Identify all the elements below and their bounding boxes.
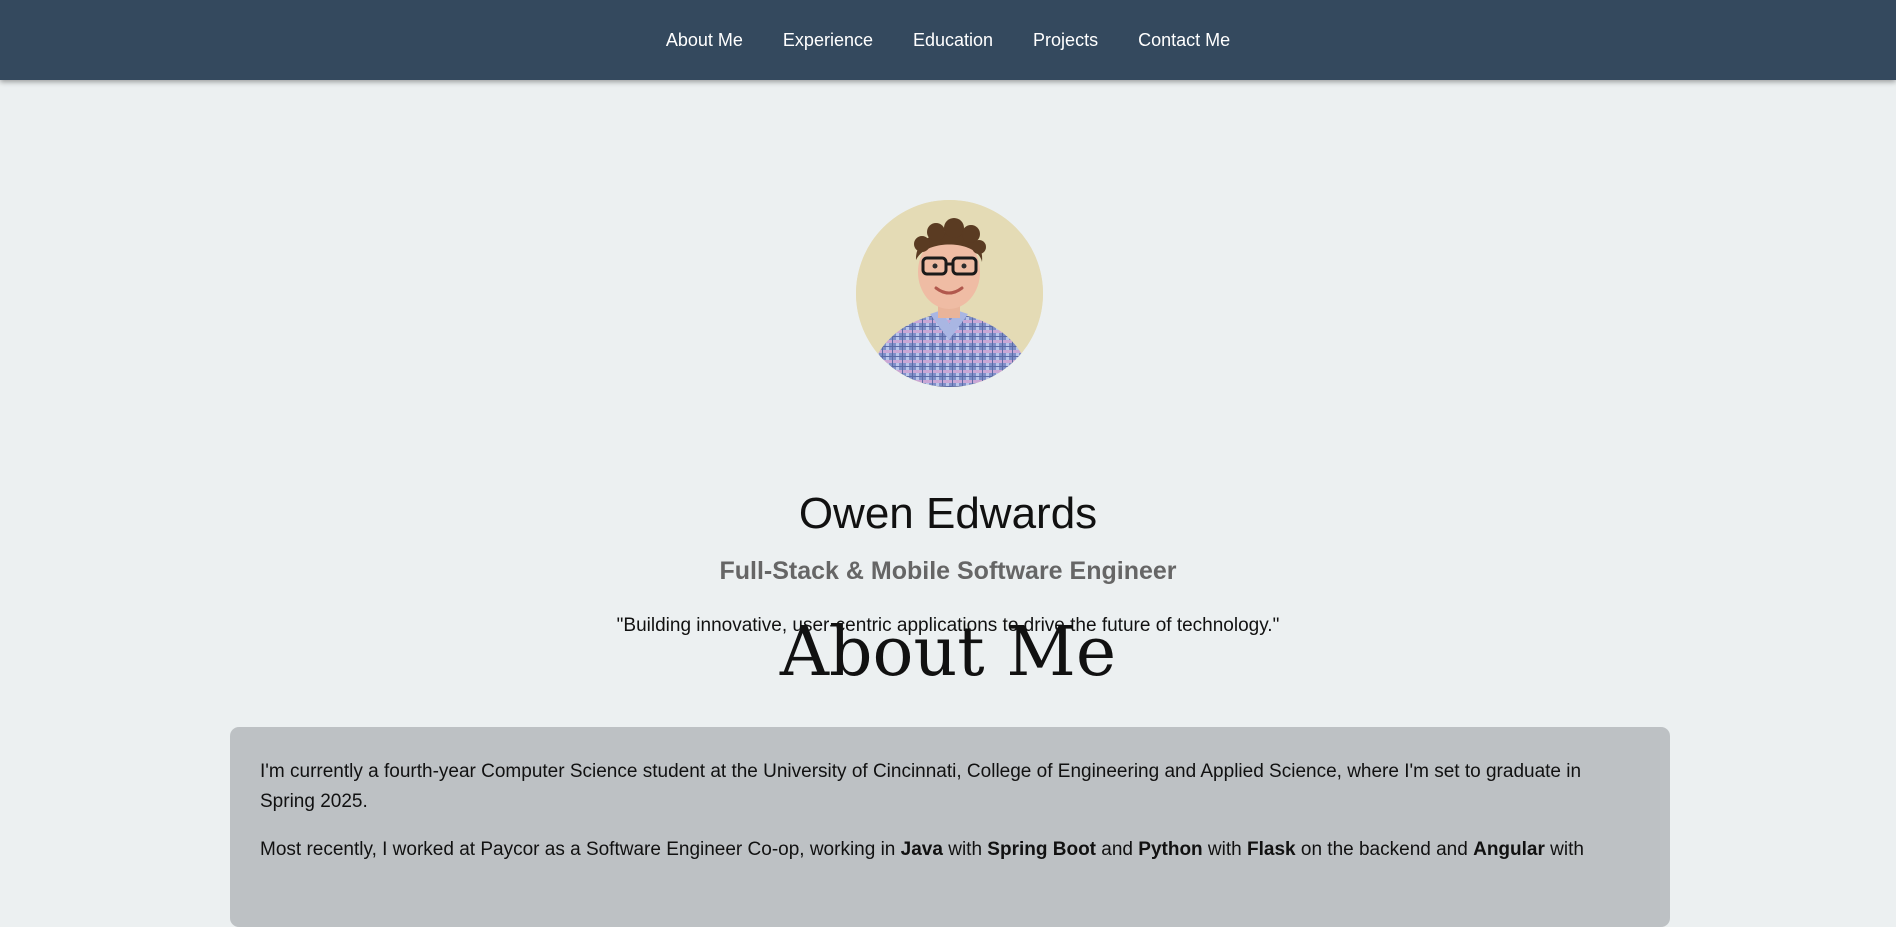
about-paragraph-2: Most recently, I worked at Paycor as a S… <box>260 835 1640 865</box>
hero-name: Owen Edwards <box>798 489 1098 538</box>
profile-photo-illustration <box>856 200 1043 387</box>
nav-link-about-me[interactable]: About Me <box>646 30 763 51</box>
skill-python: Python <box>1138 839 1203 860</box>
nav-link-projects[interactable]: Projects <box>1013 30 1118 51</box>
nav-link-experience[interactable]: Experience <box>763 30 893 51</box>
profile-photo <box>856 200 1043 387</box>
nav-link-contact-me[interactable]: Contact Me <box>1118 30 1250 51</box>
about-text: with <box>942 839 988 860</box>
top-navbar: About Me Experience Education Projects C… <box>0 0 1896 80</box>
about-text: on the backend and <box>1295 839 1474 860</box>
nav-link-education[interactable]: Education <box>893 30 1013 51</box>
about-section-title: About Me <box>779 613 1117 692</box>
skill-angular: Angular <box>1473 839 1545 860</box>
skill-spring-boot: Spring Boot <box>987 839 1096 860</box>
skill-java: Java <box>900 839 943 860</box>
skill-flask: Flask <box>1247 839 1296 860</box>
about-text: with <box>1202 839 1248 860</box>
hero-subtitle: Full-Stack & Mobile Software Engineer <box>719 557 1177 585</box>
about-paragraph-1: I'm currently a fourth-year Computer Sci… <box>260 761 1582 812</box>
about-text: with <box>1544 839 1584 860</box>
about-text: Most recently, I worked at Paycor as a S… <box>260 839 901 860</box>
about-text: and <box>1096 839 1139 860</box>
about-card: I'm currently a fourth-year Computer Sci… <box>230 727 1670 927</box>
nav-links: About Me Experience Education Projects C… <box>646 30 1250 51</box>
